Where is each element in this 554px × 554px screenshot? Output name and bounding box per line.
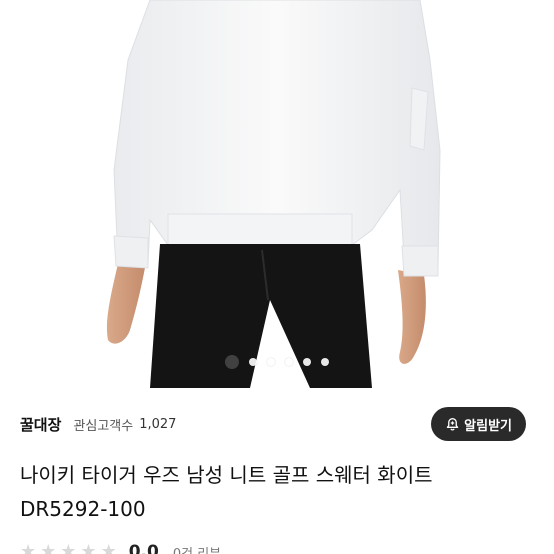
follower-label: 관심고객수 xyxy=(73,418,134,434)
rating-row[interactable]: ★ ★ ★ ★ ★ 0.0 0건 리뷰 xyxy=(20,542,221,554)
pagination-dot[interactable] xyxy=(225,355,239,369)
product-title-line1: 나이키 타이거 우즈 남성 니트 골프 스웨터 화이트 xyxy=(20,463,433,487)
review-count-link[interactable]: 0건 리뷰 xyxy=(173,543,221,554)
product-title: 나이키 타이거 우즈 남성 니트 골프 스웨터 화이트 DR5292-100 xyxy=(20,458,540,526)
star-empty-icon: ★ xyxy=(60,541,77,554)
star-empty-icon: ★ xyxy=(80,541,97,554)
bell-plus-icon xyxy=(445,417,460,432)
product-image[interactable] xyxy=(0,0,554,388)
pagination-dot[interactable] xyxy=(303,358,311,366)
star-empty-icon: ★ xyxy=(100,541,117,554)
store-row: 꿀대장 관심고객수 1,027 알림받기 xyxy=(20,407,534,441)
pagination-dot[interactable] xyxy=(321,358,329,366)
pagination-dot[interactable] xyxy=(285,358,293,366)
product-photo-illustration xyxy=(106,0,441,388)
follower-count: 1,027 xyxy=(139,416,177,432)
store-name[interactable]: 꿀대장 xyxy=(20,414,61,435)
rating-value: 0.0 xyxy=(128,542,159,554)
pagination-dot[interactable] xyxy=(267,358,275,366)
gallery-pagination xyxy=(0,355,554,369)
star-empty-icon: ★ xyxy=(40,541,57,554)
product-title-line2: DR5292-100 xyxy=(20,497,146,521)
alert-subscribe-button[interactable]: 알림받기 xyxy=(431,407,526,441)
star-empty-icon: ★ xyxy=(20,541,37,554)
pagination-dot[interactable] xyxy=(249,358,257,366)
alert-button-label: 알림받기 xyxy=(464,418,512,434)
